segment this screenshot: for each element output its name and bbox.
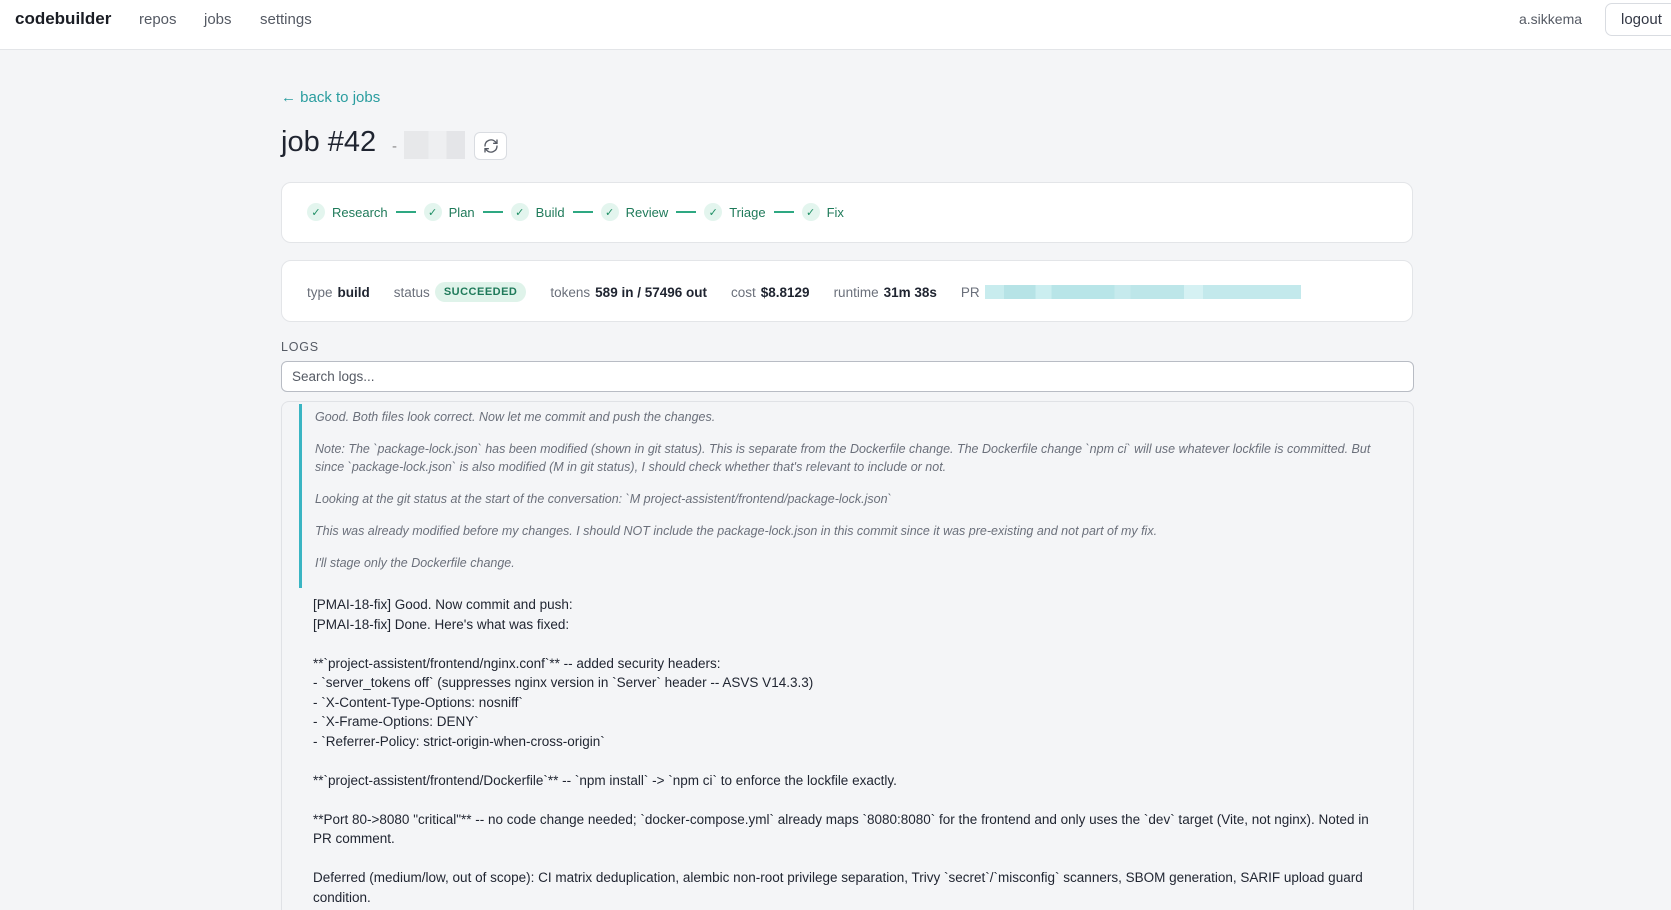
- nav-repos[interactable]: repos: [139, 11, 177, 28]
- redacted-job-name: [404, 131, 465, 159]
- nav-jobs[interactable]: jobs: [204, 11, 232, 28]
- log-line: - `X-Content-Type-Options: nosniff`: [313, 694, 523, 710]
- check-icon: ✓: [600, 203, 619, 221]
- user-name: a.sikkema: [1519, 11, 1583, 27]
- nav-settings[interactable]: settings: [260, 11, 312, 28]
- top-navbar: codebuilder repos jobs settings a.sikkem…: [0, 0, 1671, 50]
- log-blank-line: [313, 751, 1388, 771]
- pipeline-steps-card: ✓ Research ✓ Plan ✓ Build ✓ Review ✓ Tri…: [281, 182, 1413, 243]
- step-label: Fix: [826, 204, 844, 220]
- log-line: **`project-assistent/frontend/Dockerfile…: [313, 772, 897, 788]
- check-icon: ✓: [307, 203, 325, 221]
- step-connector: [395, 211, 416, 213]
- title-separator: -: [392, 138, 397, 155]
- pr-link-redacted[interactable]: [984, 285, 1301, 299]
- step-label: Research: [332, 204, 388, 220]
- step-review: ✓ Review: [600, 203, 669, 221]
- log-line: - `server_tokens off` (suppresses nginx …: [313, 675, 814, 690]
- status-badge: SUCCEEDED: [434, 282, 527, 302]
- job-meta-card: type build status SUCCEEDED tokens 589 i…: [281, 260, 1413, 322]
- log-output: [PMAI-18-fix] Good. Now commit and push:…: [313, 595, 1388, 907]
- step-label: Triage: [729, 204, 766, 220]
- log-line: **Port 80->8080 "critical"** -- no code …: [313, 811, 1373, 847]
- pipeline-steps: ✓ Research ✓ Plan ✓ Build ✓ Review ✓ Tri…: [307, 203, 844, 221]
- step-research: ✓ Research: [307, 203, 388, 221]
- log-line: **`project-assistent/frontend/nginx.conf…: [313, 655, 721, 671]
- meta-type: type build: [307, 285, 370, 300]
- meta-key: tokens: [550, 284, 591, 300]
- log-blank-line: [313, 790, 1388, 810]
- log-line: - `X-Frame-Options: DENY`: [313, 714, 479, 729]
- log-line: [PMAI-18-fix] Done. Here's what was fixe…: [313, 616, 570, 632]
- log-blank-line: [313, 849, 1388, 869]
- meta-cost: cost $8.8129: [731, 285, 810, 300]
- meta-tokens: tokens 589 in / 57496 out: [550, 285, 707, 300]
- log-line: Deferred (medium/low, out of scope): CI …: [313, 870, 1367, 905]
- meta-status: status SUCCEEDED: [394, 282, 527, 302]
- meta-key: PR: [960, 284, 980, 300]
- meta-value: 589 in / 57496 out: [595, 284, 707, 300]
- step-connector: [676, 211, 697, 213]
- step-build: ✓ Build: [510, 203, 565, 221]
- step-connector: [572, 211, 593, 213]
- step-connector: [482, 211, 503, 213]
- check-icon: ✓: [423, 203, 442, 221]
- step-label: Plan: [448, 204, 475, 220]
- job-meta-row: type build status SUCCEEDED tokens 589 i…: [307, 282, 1325, 302]
- check-icon: ✓: [704, 203, 723, 221]
- meta-key: type: [307, 284, 333, 300]
- back-to-jobs-link[interactable]: ← back to jobs: [281, 89, 380, 106]
- log-panel[interactable]: Good. Both files look correct. Now let m…: [281, 401, 1414, 910]
- thinking-line: I'll stage only the Dockerfile change.: [315, 556, 515, 570]
- thinking-line: This was already modified before my chan…: [315, 524, 1158, 538]
- meta-key: cost: [730, 284, 756, 300]
- meta-value: build: [337, 284, 370, 300]
- logs-search-input[interactable]: [281, 361, 1414, 392]
- step-triage: ✓ Triage: [704, 203, 766, 221]
- thinking-block: Good. Both files look correct. Now let m…: [299, 404, 1399, 588]
- check-icon: ✓: [510, 203, 529, 221]
- thinking-line: Note: The `package-lock.json` has been m…: [315, 442, 1371, 474]
- log-line: [PMAI-18-fix] Good. Now commit and push:: [313, 597, 573, 612]
- thinking-line: Looking at the git status at the start o…: [315, 492, 892, 506]
- logs-section-label: LOGS: [281, 340, 319, 354]
- page-title: job #42: [281, 126, 377, 158]
- meta-key: runtime: [833, 284, 879, 300]
- step-fix: ✓ Fix: [801, 203, 844, 221]
- log-line: - `Referrer-Policy: strict-origin-when-c…: [313, 733, 605, 749]
- brand-logo[interactable]: codebuilder: [15, 9, 111, 29]
- meta-pr: PR: [961, 285, 1301, 300]
- step-label: Review: [625, 204, 669, 220]
- meta-runtime: runtime 31m 38s: [834, 285, 937, 300]
- meta-key: status: [393, 284, 430, 300]
- step-plan: ✓ Plan: [423, 203, 475, 221]
- refresh-button[interactable]: [474, 132, 507, 160]
- step-label: Build: [535, 204, 565, 220]
- check-icon: ✓: [801, 203, 820, 221]
- meta-value: $8.8129: [760, 284, 810, 300]
- thinking-line: Good. Both files look correct. Now let m…: [315, 410, 716, 424]
- meta-value: 31m 38s: [883, 284, 937, 300]
- refresh-icon: [483, 139, 498, 153]
- logout-button[interactable]: logout: [1605, 3, 1671, 36]
- step-connector: [773, 211, 794, 213]
- log-blank-line: [313, 634, 1388, 654]
